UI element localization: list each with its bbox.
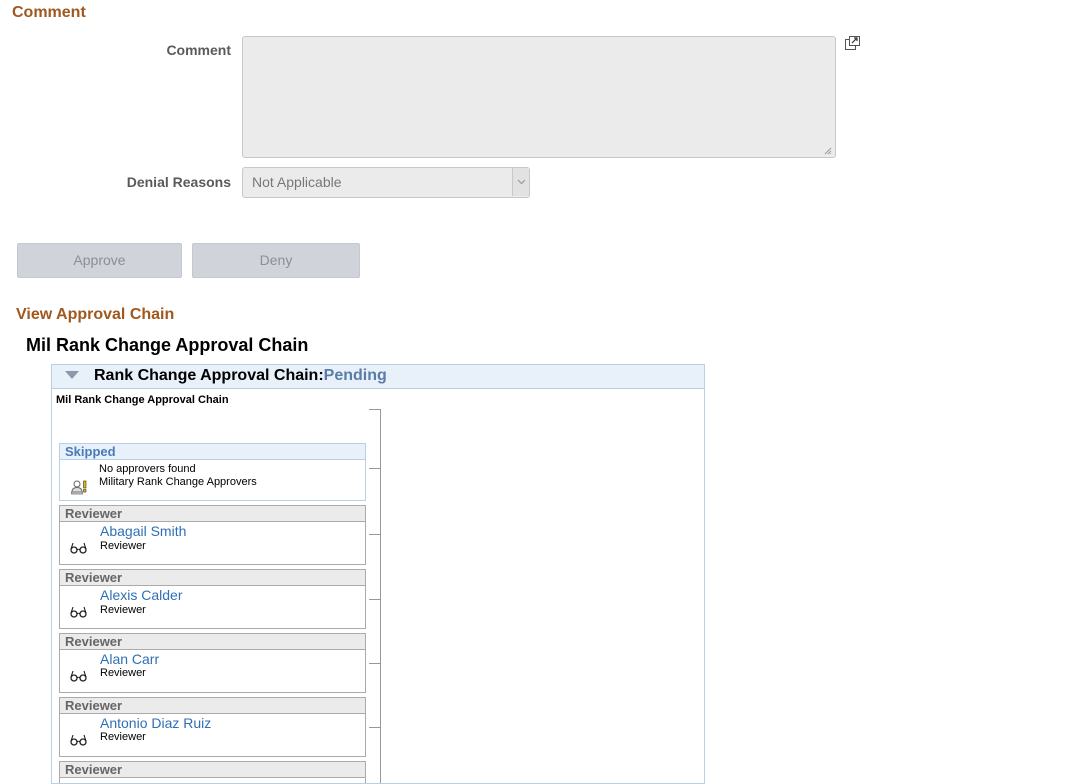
chain-connector-tick xyxy=(369,534,380,535)
approval-step-reviewer: Reviewer Antonio Diaz Ruiz Reviewer xyxy=(59,697,366,757)
view-approval-chain-title: View Approval Chain xyxy=(16,306,175,323)
no-approver-warning-icon xyxy=(71,480,87,495)
approval-step-reviewer: Reviewer Abagail Smith Reviewer xyxy=(59,505,366,565)
glasses-icon xyxy=(70,670,87,682)
resize-grip-icon[interactable] xyxy=(824,147,832,155)
chain-connector-tick xyxy=(369,663,380,664)
expand-comment-icon[interactable] xyxy=(844,36,860,51)
step-header: Reviewer xyxy=(60,634,365,650)
reviewer-role: Reviewer xyxy=(100,667,146,679)
chain-connector-line xyxy=(380,409,381,783)
step-line-2: Military Rank Change Approvers xyxy=(99,476,257,488)
chain-connector-tick xyxy=(369,409,380,410)
panel-header-text: Rank Change Approval Chain:Pending xyxy=(94,367,387,385)
step-header: Reviewer xyxy=(60,698,365,714)
glasses-icon xyxy=(70,606,87,618)
step-header: Reviewer xyxy=(60,570,365,586)
glasses-icon xyxy=(70,542,87,554)
approve-button[interactable]: Approve xyxy=(17,243,182,278)
comment-textarea[interactable] xyxy=(242,36,836,158)
reviewer-role: Reviewer xyxy=(100,540,146,552)
chain-connector-tick xyxy=(369,599,380,600)
panel-title: Rank Change Approval Chain: xyxy=(94,367,324,384)
deny-button[interactable]: Deny xyxy=(192,243,360,278)
reviewer-role: Reviewer xyxy=(100,604,146,616)
chevron-down-icon[interactable] xyxy=(512,168,529,196)
approval-step-reviewer: Reviewer Alexis Calder Reviewer xyxy=(59,569,366,629)
collapse-triangle-icon[interactable] xyxy=(65,371,79,380)
comment-section-title: Comment xyxy=(12,4,86,21)
approval-chain-panel: Rank Change Approval Chain:Pending Mil R… xyxy=(51,364,705,784)
chain-sub-title: Mil Rank Change Approval Chain xyxy=(56,394,229,406)
panel-header[interactable]: Rank Change Approval Chain:Pending xyxy=(52,365,704,389)
reviewer-name-link[interactable]: Abagail Smith xyxy=(100,523,186,539)
approval-chain-title: Mil Rank Change Approval Chain xyxy=(26,335,309,355)
denial-reasons-select[interactable]: Not Applicable xyxy=(242,167,530,198)
reviewer-role: Reviewer xyxy=(100,731,146,743)
approval-step-skipped: Skipped No approvers found Military Rank… xyxy=(59,443,366,501)
approval-step-reviewer: Reviewer Alan Carr Reviewer xyxy=(59,633,366,693)
glasses-icon xyxy=(70,734,87,746)
reviewer-name-link[interactable]: Antonio Diaz Ruiz xyxy=(100,715,211,731)
step-header: Reviewer xyxy=(60,506,365,522)
reviewer-name-link[interactable]: Alan Carr xyxy=(100,651,159,667)
chain-connector-tick xyxy=(369,727,380,728)
chain-connector-tick xyxy=(369,468,380,469)
panel-status: Pending xyxy=(323,367,387,384)
denial-reasons-value: Not Applicable xyxy=(252,174,342,190)
denial-reasons-label: Denial Reasons xyxy=(126,174,231,190)
step-header: Skipped xyxy=(60,444,365,460)
step-line-1: No approvers found xyxy=(99,463,196,475)
comment-label: Comment xyxy=(166,42,231,58)
reviewer-name-link[interactable]: Alexis Calder xyxy=(100,587,182,603)
step-header: Reviewer xyxy=(60,762,365,778)
